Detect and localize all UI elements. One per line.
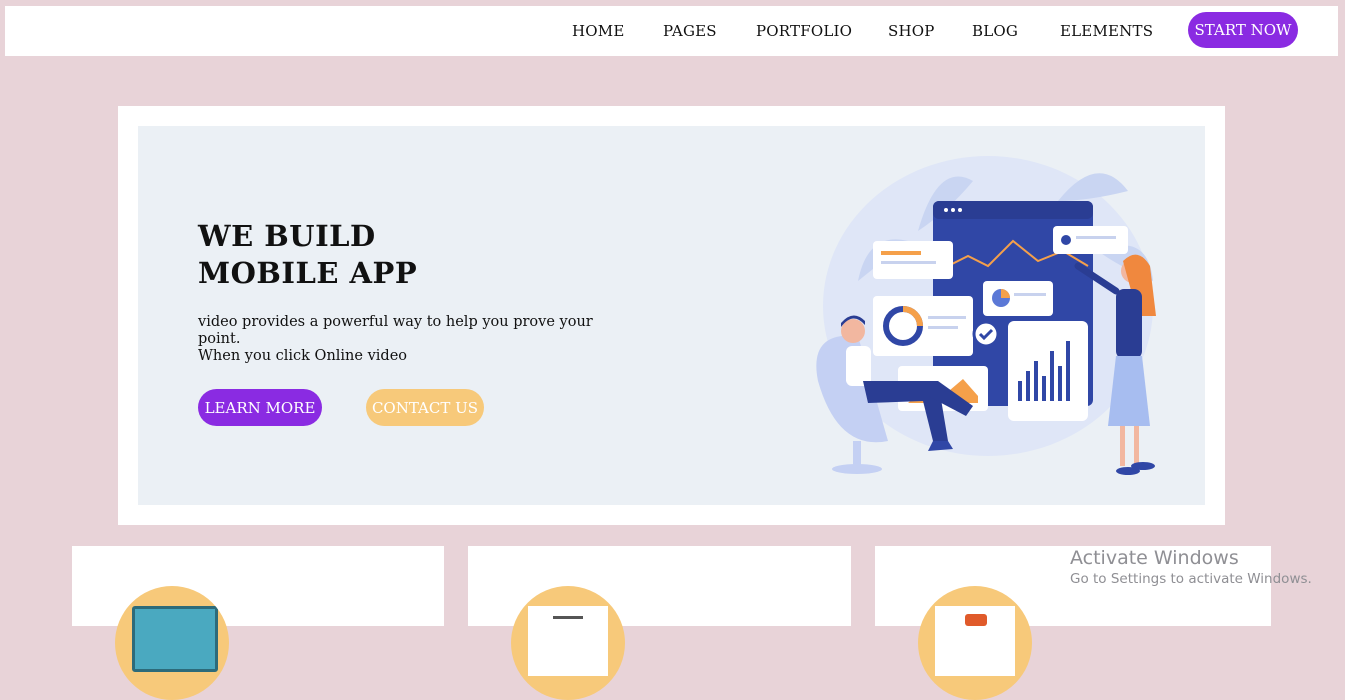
contact-us-button[interactable]: CONTACT US <box>366 389 484 426</box>
nav-blog[interactable]: BLOG <box>972 22 1018 40</box>
feature-card-2 <box>468 546 851 700</box>
nav-shop[interactable]: SHOP <box>888 22 935 40</box>
nav-pages[interactable]: PAGES <box>663 22 717 40</box>
hero-description: video provides a powerful way to help yo… <box>198 314 618 365</box>
hero-desc-line2: When you click Online video <box>198 348 408 364</box>
hero-title: WE BUILD MOBILE APP <box>198 218 417 292</box>
feature-card-1 <box>72 546 444 700</box>
windows-activation-watermark: Activate Windows Go to Settings to activ… <box>1070 546 1312 588</box>
hero-section: WE BUILD MOBILE APP video provides a pow… <box>118 106 1225 525</box>
hero-title-line2: MOBILE APP <box>198 256 418 290</box>
dashboard-illustration <box>816 156 1156 475</box>
illus-card-chart <box>1008 321 1088 421</box>
hero-desc-line1: video provides a powerful way to help yo… <box>198 314 593 347</box>
learn-more-button[interactable]: LEARN MORE <box>198 389 322 426</box>
watermark-title: Activate Windows <box>1070 547 1239 569</box>
illus-card-a <box>873 241 953 279</box>
start-now-button[interactable]: START NOW <box>1188 12 1298 48</box>
nav-home[interactable]: HOME <box>572 22 625 40</box>
top-navbar: HOME PAGES PORTFOLIO SHOP BLOG ELEMENTS … <box>5 6 1338 56</box>
laptop-icon <box>115 586 229 700</box>
document-icon <box>511 586 625 700</box>
nav-elements[interactable]: ELEMENTS <box>1060 22 1153 40</box>
hero-panel: WE BUILD MOBILE APP video provides a pow… <box>138 126 1205 505</box>
nav-portfolio[interactable]: PORTFOLIO <box>756 22 852 40</box>
hero-title-line1: WE BUILD <box>198 219 376 253</box>
phone-icon <box>918 586 1032 700</box>
watermark-subtitle: Go to Settings to activate Windows. <box>1070 571 1312 587</box>
